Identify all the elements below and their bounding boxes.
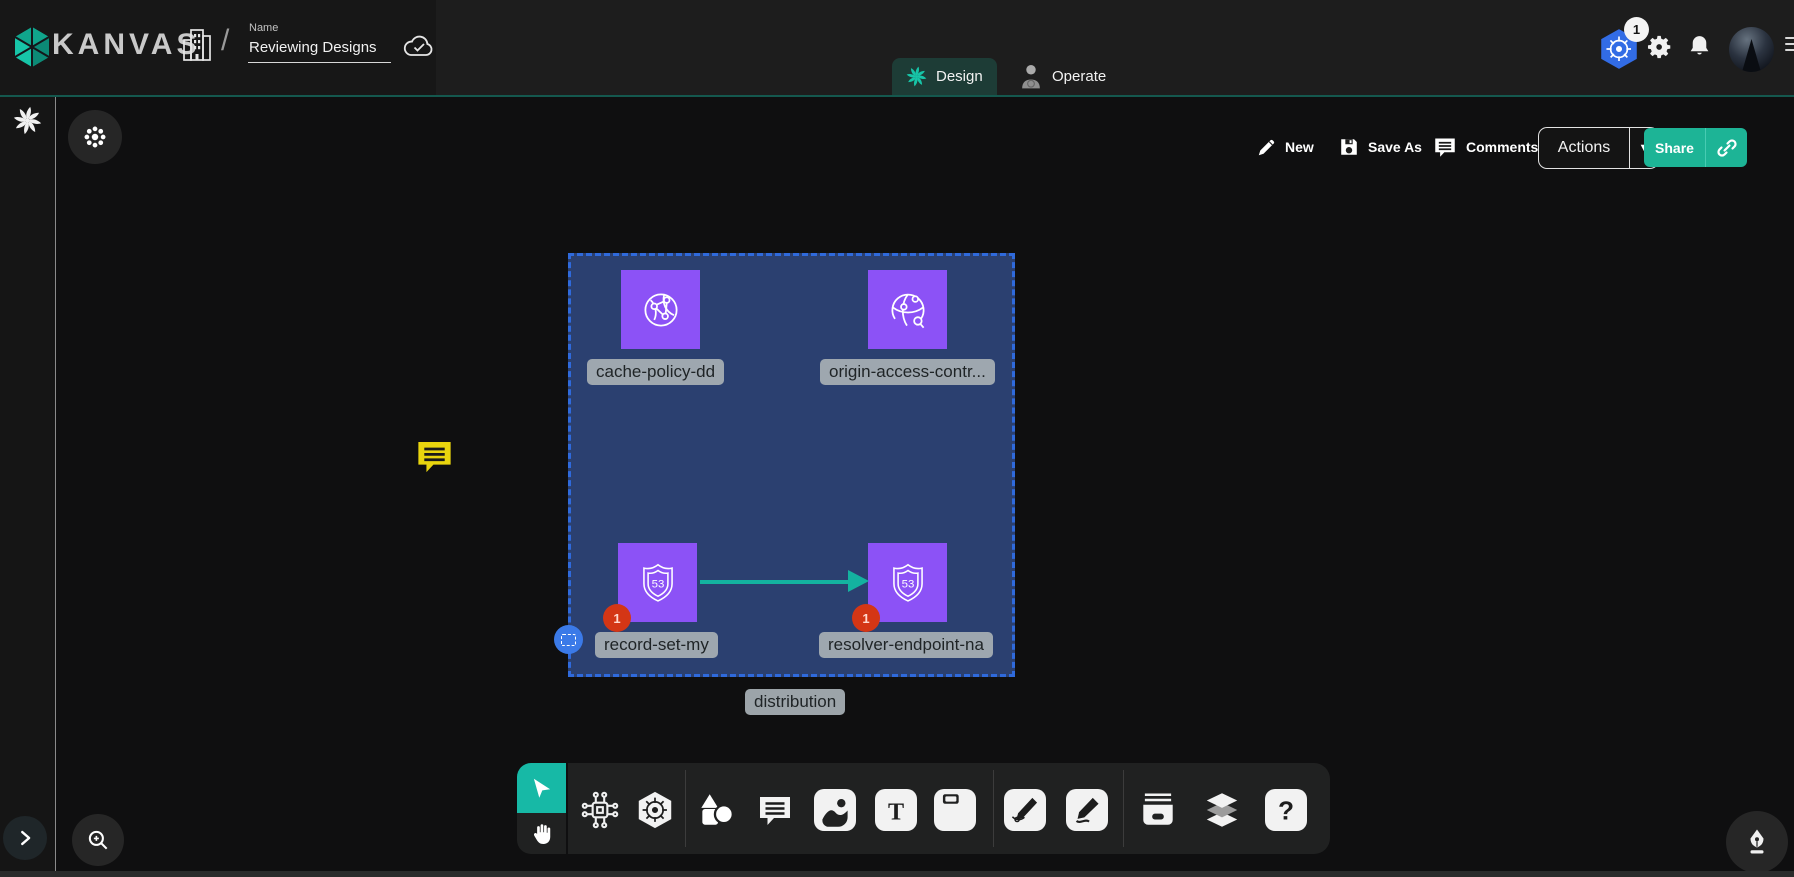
image-icon (814, 789, 856, 831)
tool-kubernetes-components[interactable] (634, 789, 676, 831)
design-name-input[interactable] (248, 37, 391, 63)
tool-shapes[interactable] (695, 789, 737, 831)
tool-help[interactable] (1265, 789, 1307, 831)
hamburger-menu-icon[interactable] (1785, 37, 1794, 54)
node-label[interactable]: origin-access-contr... (820, 359, 995, 385)
comment-icon (1432, 134, 1458, 160)
kubernetes-context-count-badge: 1 (1624, 17, 1649, 42)
pen-tool-icon (1004, 789, 1046, 831)
toolbar-divider (993, 770, 994, 847)
meshery-pinwheel-icon[interactable] (13, 106, 42, 135)
zoom-in-button[interactable] (72, 814, 124, 866)
text-tool-icon (875, 789, 917, 831)
error-count-badge[interactable]: 1 (852, 604, 880, 632)
node-record-set[interactable] (618, 543, 697, 622)
comment-bubble-icon (755, 790, 795, 830)
sticky-note-icon (934, 789, 976, 831)
yellow-comment-marker[interactable] (413, 433, 456, 479)
globe-access-icon (883, 285, 933, 335)
expand-sidebar-button[interactable] (3, 816, 47, 860)
route53-shield-icon (883, 558, 933, 608)
cloud-saved-icon (402, 35, 436, 59)
question-mark-icon (1265, 789, 1307, 831)
bottom-edge-strip (0, 871, 1794, 877)
layers-icon (1201, 789, 1243, 831)
edge-arrowhead (848, 570, 869, 592)
toolbar-divider (685, 770, 686, 847)
tool-image[interactable] (814, 789, 856, 831)
tool-drawer[interactable] (1137, 789, 1179, 831)
tool-comment[interactable] (754, 789, 796, 831)
kanvas-app: KANVAS / Name Design Operate 1 (0, 0, 1794, 877)
node-label[interactable]: resolver-endpoint-na (819, 632, 993, 658)
header: KANVAS / Name Design Operate 1 (0, 0, 1794, 97)
actions-dropdown-button[interactable]: Actions ▼ (1538, 127, 1659, 169)
left-sidebar (0, 97, 56, 877)
circuit-components-icon (579, 789, 621, 831)
kanvas-logo-icon[interactable] (12, 25, 52, 69)
save-as-button[interactable]: Save As (1338, 128, 1422, 166)
pen-nib-icon (1742, 827, 1772, 857)
group-label[interactable]: distribution (745, 689, 845, 715)
brand-wordmark: KANVAS (52, 28, 200, 62)
tool-pan-hand[interactable] (517, 813, 566, 854)
error-count-badge[interactable]: 1 (603, 604, 631, 632)
drawer-icon (1137, 789, 1179, 831)
pencil-scribble-icon (1066, 789, 1108, 831)
pencil-icon (1256, 137, 1277, 158)
tool-select[interactable] (517, 763, 566, 813)
node-origin-access-control[interactable] (868, 270, 947, 349)
new-button[interactable]: New (1256, 128, 1314, 166)
gear-icon[interactable] (1647, 34, 1673, 60)
chevron-right-icon (14, 827, 36, 849)
breadcrumb-slash: / (221, 24, 229, 58)
dashed-rect-icon (561, 634, 576, 646)
avatar[interactable] (1729, 27, 1774, 72)
flower-dock-icon (82, 124, 108, 150)
tab-design[interactable]: Design (892, 58, 997, 95)
design-pinwheel-icon (906, 66, 927, 87)
blue-selection-handle[interactable] (554, 625, 583, 654)
edge-record-to-resolver[interactable] (700, 580, 850, 584)
tool-pencil[interactable] (1066, 789, 1108, 831)
cursor-icon (529, 775, 555, 801)
node-label[interactable]: record-set-my (595, 632, 718, 658)
organization-building-icon[interactable] (181, 27, 213, 63)
node-cache-policy[interactable] (621, 270, 700, 349)
header-left-section: KANVAS / Name (0, 0, 436, 95)
tool-layers[interactable] (1201, 789, 1243, 831)
link-icon[interactable] (1715, 136, 1739, 160)
design-name-label: Name (249, 22, 278, 34)
share-divider (1705, 128, 1706, 167)
tool-text[interactable] (875, 789, 917, 831)
node-resolver-endpoint[interactable] (868, 543, 947, 622)
kubernetes-wheel-icon (634, 788, 676, 832)
floppy-save-icon (1338, 136, 1360, 158)
meshery-dock-toggle-button[interactable] (68, 110, 122, 164)
share-button[interactable]: Share (1644, 128, 1747, 167)
tool-sticky-note[interactable] (934, 789, 976, 831)
node-label[interactable]: cache-policy-dd (587, 359, 724, 385)
hand-icon (529, 821, 555, 847)
magnifier-plus-icon (85, 827, 111, 853)
shapes-icon (695, 789, 737, 831)
bell-icon[interactable] (1687, 33, 1712, 60)
pen-mode-button[interactable] (1726, 811, 1788, 873)
operate-person-icon (1019, 63, 1043, 90)
tab-operate[interactable]: Operate (1005, 58, 1120, 95)
toolbar-divider (1123, 770, 1124, 847)
comments-button[interactable]: Comments (1432, 128, 1538, 166)
globe-network-icon (636, 285, 686, 335)
tool-mesh-components[interactable] (579, 789, 621, 831)
tool-pen-path[interactable] (1004, 789, 1046, 831)
route53-shield-icon (633, 558, 683, 608)
